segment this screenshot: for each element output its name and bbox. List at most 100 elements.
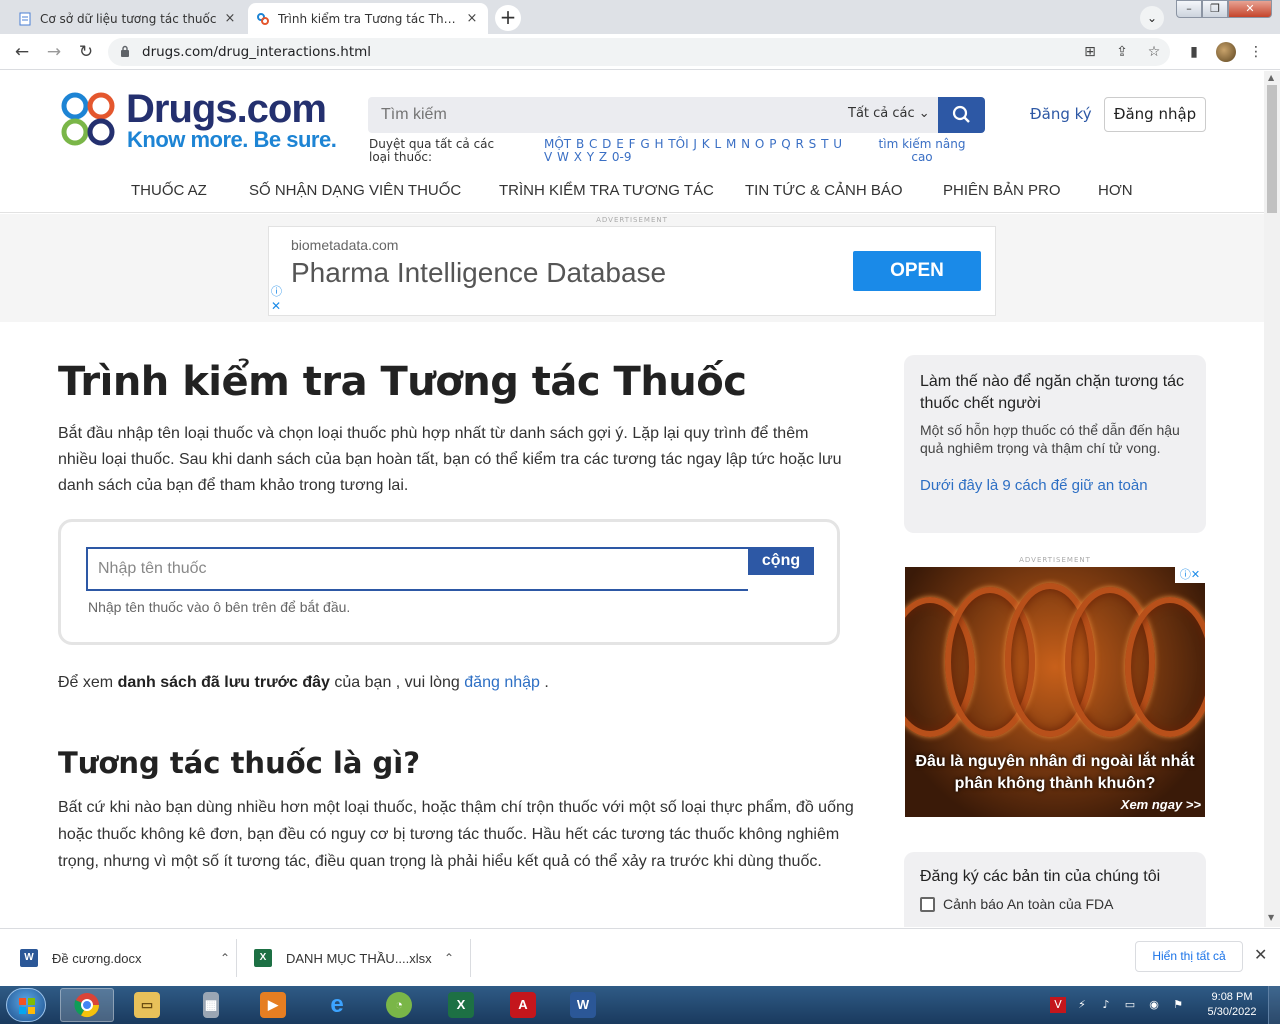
share-icon[interactable]: ⇪ bbox=[1112, 42, 1132, 62]
volume-icon[interactable]: ♪ bbox=[1098, 997, 1114, 1013]
nav-news-alerts[interactable]: TIN TỨC & CẢNH BÁO bbox=[745, 182, 903, 199]
nav-interaction-checker[interactable]: TRÌNH KIỂM TRA TƯƠNG TÁC bbox=[499, 182, 714, 199]
back-button[interactable]: ← bbox=[10, 40, 34, 64]
nav-more[interactable]: HƠN bbox=[1098, 182, 1133, 199]
page-title: Trình kiểm tra Tương tác Thuốc bbox=[58, 359, 747, 405]
ad-open-button[interactable]: OPEN bbox=[853, 251, 981, 291]
tab-search-button[interactable]: ⌄ bbox=[1140, 6, 1164, 30]
flag-icon[interactable]: ⚑ bbox=[1170, 997, 1186, 1013]
chrome-icon bbox=[74, 993, 99, 1018]
divider bbox=[236, 939, 237, 977]
taskbar-app[interactable]: ◔ bbox=[372, 988, 426, 1022]
windows-logo-icon bbox=[19, 998, 35, 1014]
profile-avatar[interactable] bbox=[1216, 42, 1236, 62]
add-drug-button[interactable]: cộng bbox=[748, 547, 814, 575]
antivirus-icon[interactable]: V bbox=[1050, 997, 1066, 1013]
side-ad[interactable]: Đâu là nguyên nhân đi ngoài lắt nhắt phâ… bbox=[905, 567, 1205, 817]
taskbar-word[interactable]: W bbox=[556, 988, 610, 1022]
chevron-down-icon: ⌄ bbox=[1146, 11, 1158, 25]
translate-icon[interactable]: ⊞ bbox=[1080, 42, 1100, 62]
window-close-button[interactable]: ✕ bbox=[1228, 0, 1272, 18]
star-icon[interactable]: ☆ bbox=[1144, 42, 1164, 62]
arrow-left-icon: ← bbox=[14, 42, 30, 62]
menu-dots-icon[interactable]: ⋮ bbox=[1246, 42, 1266, 62]
side-panel-icon[interactable]: ▮ bbox=[1184, 42, 1204, 62]
reload-button[interactable]: ↻ bbox=[74, 40, 98, 64]
taskbar-calculator[interactable]: ▦ bbox=[184, 988, 238, 1022]
newsletter-title: Đăng ký các bản tin của chúng tôi bbox=[920, 868, 1161, 885]
download-bar: W Đề cương.docx ⌃ X DANH MỤC THẦU....xls… bbox=[0, 928, 1280, 986]
lock-icon bbox=[121, 45, 129, 57]
taskbar-chrome[interactable] bbox=[60, 988, 114, 1022]
taskbar-clock[interactable]: 9:08 PM 5/30/2022 bbox=[1200, 990, 1264, 1020]
network-icon[interactable]: ⚡ bbox=[1074, 997, 1090, 1013]
forward-button[interactable]: → bbox=[42, 40, 66, 64]
taskbar-excel[interactable]: X bbox=[434, 988, 488, 1022]
ad-image-shape bbox=[1125, 597, 1205, 737]
acrobat-icon: A bbox=[510, 992, 536, 1018]
web-page: Drugs.com Know more. Be sure. Tất cả các… bbox=[0, 71, 1264, 927]
zalo-icon[interactable]: ◉ bbox=[1146, 997, 1162, 1013]
signup-link[interactable]: Đăng ký bbox=[1030, 105, 1092, 123]
nav-pro-edition[interactable]: PHIÊN BẢN PRO bbox=[943, 182, 1061, 199]
advanced-search-link[interactable]: tìm kiếm nâng cao bbox=[872, 138, 972, 164]
safety-card-title: Làm thế nào để ngăn chặn tương tác thuốc… bbox=[920, 373, 1185, 412]
close-icon[interactable]: × bbox=[222, 11, 238, 26]
login-button[interactable]: Đăng nhập bbox=[1104, 97, 1206, 132]
taskbar-media[interactable]: ▶ bbox=[246, 988, 300, 1022]
word-icon: W bbox=[570, 992, 596, 1018]
tab-drug-database[interactable]: Cơ sở dữ liệu tương tác thuốc × bbox=[10, 3, 246, 34]
saved-bold: danh sách đã lưu trước đây bbox=[117, 674, 330, 691]
close-icon[interactable]: ✕ bbox=[1254, 945, 1267, 964]
new-tab-button[interactable]: + bbox=[495, 5, 521, 31]
safety-card-link[interactable]: Dưới đây là 9 cách để giữ an toàn bbox=[920, 477, 1190, 494]
taskbar-acrobat[interactable]: A bbox=[496, 988, 550, 1022]
chevron-up-icon[interactable]: ⌃ bbox=[220, 951, 230, 965]
page-scrollbar[interactable]: ▲ ▼ bbox=[1264, 71, 1280, 927]
scroll-up-icon[interactable]: ▲ bbox=[1268, 73, 1274, 82]
window-minimize-button[interactable]: – bbox=[1176, 0, 1202, 18]
search-scope-select[interactable]: Tất cả các ⌄ bbox=[848, 106, 930, 121]
scroll-thumb[interactable] bbox=[1267, 85, 1277, 213]
download-item[interactable]: X DANH MỤC THẦU....xlsx ⌃ bbox=[254, 929, 454, 987]
safety-card: Làm thế nào để ngăn chặn tương tác thuốc… bbox=[904, 355, 1206, 533]
show-all-downloads-button[interactable]: Hiển thị tất cả bbox=[1135, 941, 1243, 972]
download-item[interactable]: W Đề cương.docx ⌃ bbox=[20, 929, 230, 987]
ad-headline: Pharma Intelligence Database bbox=[291, 257, 667, 288]
search-button[interactable] bbox=[938, 97, 985, 133]
tab-interaction-checker[interactable]: Trình kiểm tra Tương tác Thuốc - Drugs.c… bbox=[248, 3, 488, 34]
chevron-down-icon: ⌄ bbox=[918, 106, 930, 121]
drug-name-input[interactable]: Nhập tên thuốc bbox=[86, 547, 748, 591]
top-ad[interactable]: biometadata.com Pharma Intelligence Data… bbox=[268, 226, 996, 316]
ad-info-icon[interactable]: ⓘ bbox=[271, 283, 282, 299]
nav-pill-identifier[interactable]: SỐ NHẬN DẠNG VIÊN THUỐC bbox=[249, 182, 461, 199]
site-logo[interactable]: Drugs.com Know more. Be sure. bbox=[58, 87, 348, 153]
taskbar-ie[interactable]: e bbox=[310, 988, 364, 1022]
system-tray: V ⚡ ♪ ▭ ◉ ⚑ bbox=[1046, 988, 1206, 1022]
browser-tab-strip: Cơ sở dữ liệu tương tác thuốc × Trình ki… bbox=[0, 0, 1280, 34]
chevron-up-icon[interactable]: ⌃ bbox=[444, 951, 454, 965]
fda-alert-option[interactable]: Cảnh báo An toàn của FDA bbox=[920, 896, 1190, 912]
side-ad-more-link[interactable]: Xem ngay >> bbox=[1121, 797, 1201, 812]
input-hint: Nhập tên thuốc vào ô bên trên để bắt đầu… bbox=[88, 599, 351, 615]
nav-drugs-az[interactable]: THUỐC AZ bbox=[131, 182, 207, 199]
checkbox[interactable] bbox=[920, 896, 935, 912]
app-icon: ◔ bbox=[386, 992, 412, 1018]
az-links[interactable]: MỘT B C D E F G H TÔI J K L M N O P Q R … bbox=[544, 138, 854, 164]
show-desktop-button[interactable] bbox=[1268, 986, 1280, 1024]
window-maximize-button[interactable]: ❐ bbox=[1202, 0, 1228, 18]
close-icon[interactable]: × bbox=[464, 11, 480, 26]
scroll-down-icon[interactable]: ▼ bbox=[1268, 913, 1274, 922]
ad-info-close-icon[interactable]: ⓘ✕ bbox=[1175, 567, 1205, 583]
saved-login-link[interactable]: đăng nhập bbox=[464, 674, 540, 691]
clock-date: 5/30/2022 bbox=[1207, 1006, 1257, 1018]
search-icon bbox=[952, 105, 970, 123]
start-button[interactable] bbox=[6, 988, 46, 1022]
ad-close-icon[interactable]: ✕ bbox=[271, 299, 281, 313]
saved-mid: của bạn , vui lòng bbox=[334, 674, 460, 691]
taskbar-explorer[interactable]: ▭ bbox=[120, 988, 174, 1022]
address-bar[interactable]: drugs.com/drug_interactions.html bbox=[108, 38, 1170, 66]
monitor-icon[interactable]: ▭ bbox=[1122, 997, 1138, 1013]
windows-taskbar: ▭ ▦ ▶ e ◔ X A W V ⚡ ♪ ▭ ◉ ⚑ 9:08 PM 5/30… bbox=[0, 986, 1280, 1024]
saved-prefix: Để xem bbox=[58, 674, 114, 691]
